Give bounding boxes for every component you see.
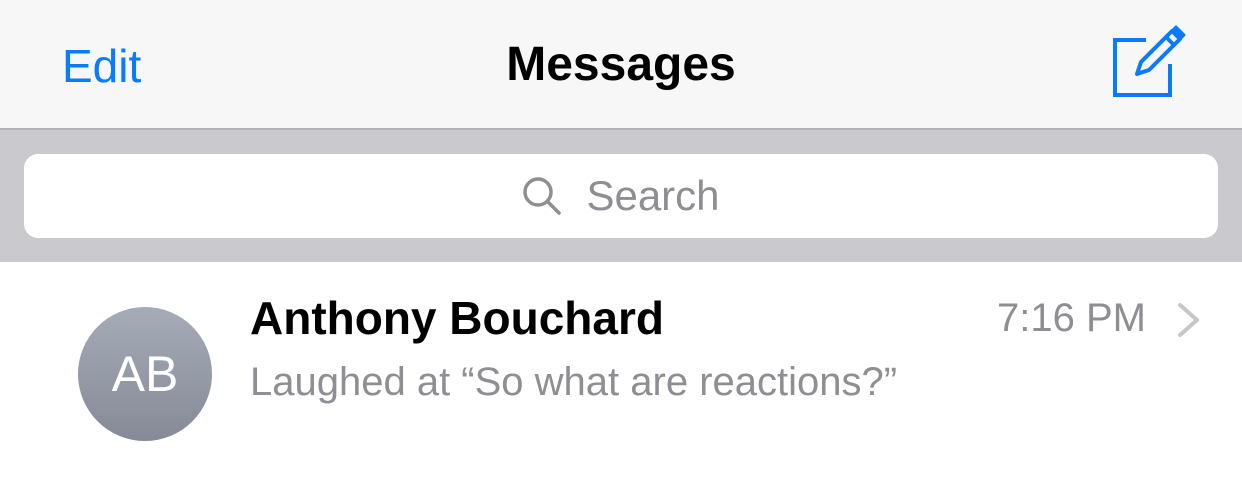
conversation-row[interactable]: AB Anthony Bouchard 7:16 PM Laughed at “…: [0, 262, 1242, 488]
contact-name: Anthony Bouchard: [250, 292, 664, 344]
search-placeholder: Search: [586, 172, 720, 219]
compose-icon: [1113, 25, 1186, 97]
search-input[interactable]: Search: [24, 154, 1218, 238]
avatar: AB: [78, 307, 212, 441]
chevron-right-icon: [1178, 303, 1199, 337]
page-title: Messages: [506, 38, 736, 91]
search-area: Search: [0, 130, 1242, 262]
navigation-bar: Edit Messages: [0, 0, 1242, 130]
compose-button[interactable]: [1110, 24, 1186, 100]
message-timestamp: 7:16 PM: [997, 296, 1146, 340]
search-icon: [523, 177, 562, 215]
avatar-initials: AB: [111, 346, 179, 402]
message-preview: Laughed at “So what are reactions?”: [250, 360, 898, 404]
